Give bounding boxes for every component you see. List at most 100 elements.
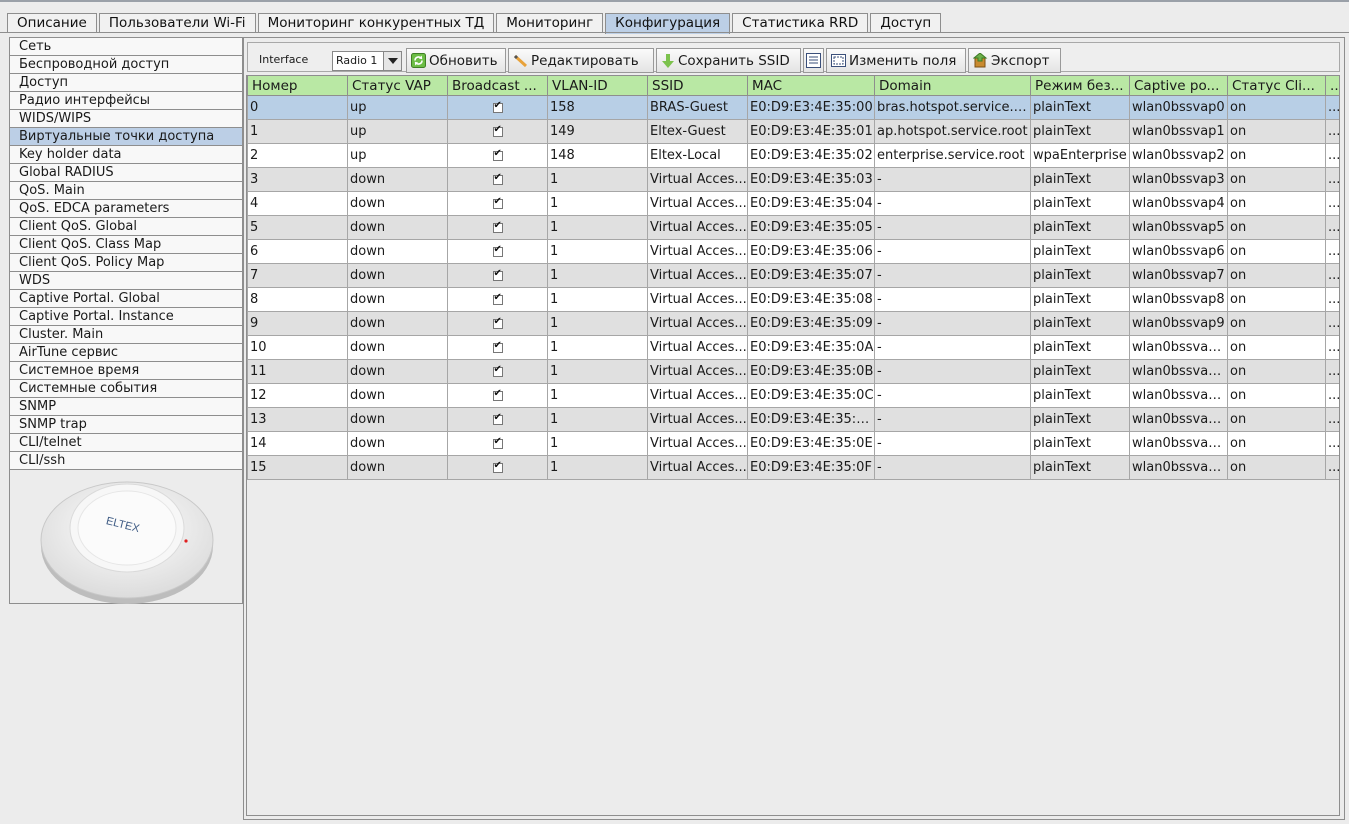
- table-cell[interactable]: [447, 311, 548, 336]
- tab-0[interactable]: Описание: [7, 13, 97, 33]
- table-cell[interactable]: [447, 359, 548, 384]
- sidebar-item-2[interactable]: Доступ: [10, 74, 242, 92]
- interface-select[interactable]: Radio 1: [332, 51, 402, 71]
- table-cell[interactable]: [447, 455, 548, 480]
- table-row[interactable]: 7down 1Virtual Acces...E0:D9:E3:4E:35:07-…: [247, 263, 1339, 288]
- sidebar-item-20[interactable]: SNMP: [10, 398, 242, 416]
- table-row[interactable]: 6down 1Virtual Acces...E0:D9:E3:4E:35:06-…: [247, 239, 1339, 264]
- column-header-9[interactable]: Статус Cli...: [1227, 76, 1326, 96]
- broadcast-checkbox[interactable]: [492, 196, 503, 209]
- table-cell[interactable]: [447, 407, 548, 432]
- table-cell[interactable]: [447, 431, 548, 456]
- save-ssid-button[interactable]: Сохранить SSID: [656, 48, 801, 73]
- sidebar-item-22[interactable]: CLI/telnet: [10, 434, 242, 452]
- table-cell[interactable]: [447, 263, 548, 288]
- refresh-button[interactable]: Обновить: [406, 48, 506, 73]
- table-cell[interactable]: [447, 383, 548, 408]
- broadcast-checkbox[interactable]: [492, 388, 503, 401]
- table-cell: ...: [1325, 287, 1339, 312]
- tab-6[interactable]: Доступ: [870, 13, 942, 33]
- sidebar-item-6[interactable]: Key holder data: [10, 146, 242, 164]
- table-row[interactable]: 9down 1Virtual Acces...E0:D9:E3:4E:35:09-…: [247, 311, 1339, 336]
- table-row[interactable]: 4down 1Virtual Acces...E0:D9:E3:4E:35:04-…: [247, 191, 1339, 216]
- chevron-down-icon[interactable]: [383, 52, 401, 70]
- table-cell[interactable]: [447, 119, 548, 144]
- column-header-1[interactable]: Статус VAP: [347, 76, 448, 96]
- column-header-3[interactable]: VLAN-ID: [547, 76, 648, 96]
- column-header-10[interactable]: ...: [1325, 76, 1339, 96]
- tab-4[interactable]: Конфигурация: [605, 13, 731, 34]
- sidebar-item-14[interactable]: Captive Portal. Global: [10, 290, 242, 308]
- table-row[interactable]: 14down 1Virtual Acces...E0:D9:E3:4E:35:0E…: [247, 431, 1339, 456]
- table-cell[interactable]: [447, 239, 548, 264]
- column-header-0[interactable]: Номер: [247, 76, 348, 96]
- sidebar-item-10[interactable]: Client QoS. Global: [10, 218, 242, 236]
- table-row[interactable]: 1up 149Eltex-GuestE0:D9:E3:4E:35:01ap.hot…: [247, 119, 1339, 144]
- table-cell[interactable]: [447, 143, 548, 168]
- sidebar-item-13[interactable]: WDS: [10, 272, 242, 290]
- table-row[interactable]: 13down 1Virtual Acces...E0:D9:E3:4E:35:0D…: [247, 407, 1339, 432]
- sidebar-item-1[interactable]: Беспроводной доступ: [10, 56, 242, 74]
- broadcast-checkbox[interactable]: [492, 292, 503, 305]
- broadcast-checkbox[interactable]: [492, 412, 503, 425]
- table-row[interactable]: 15down 1Virtual Acces...E0:D9:E3:4E:35:0F…: [247, 455, 1339, 480]
- table-cell[interactable]: [447, 191, 548, 216]
- column-header-6[interactable]: Domain: [874, 76, 1031, 96]
- sidebar-item-9[interactable]: QoS. EDCA parameters: [10, 200, 242, 218]
- broadcast-checkbox[interactable]: [492, 436, 503, 449]
- sidebar-item-4[interactable]: WIDS/WIPS: [10, 110, 242, 128]
- table-row[interactable]: 10down 1Virtual Acces...E0:D9:E3:4E:35:0A…: [247, 335, 1339, 360]
- broadcast-checkbox[interactable]: [492, 316, 503, 329]
- broadcast-checkbox[interactable]: [492, 268, 503, 281]
- table-cell[interactable]: [447, 167, 548, 192]
- broadcast-checkbox[interactable]: [492, 148, 503, 161]
- sidebar-item-3[interactable]: Радио интерфейсы: [10, 92, 242, 110]
- table-cell[interactable]: [447, 215, 548, 240]
- table-row[interactable]: 5down 1Virtual Acces...E0:D9:E3:4E:35:05-…: [247, 215, 1339, 240]
- broadcast-checkbox[interactable]: [492, 460, 503, 473]
- table-row[interactable]: 11down 1Virtual Acces...E0:D9:E3:4E:35:0B…: [247, 359, 1339, 384]
- table-row[interactable]: 8down 1Virtual Acces...E0:D9:E3:4E:35:08-…: [247, 287, 1339, 312]
- toolbar: Interface Radio 1 Обновить Редактировать…: [247, 42, 1340, 73]
- sidebar-item-0[interactable]: Сеть: [10, 38, 242, 56]
- column-header-4[interactable]: SSID: [647, 76, 748, 96]
- sidebar-item-12[interactable]: Client QoS. Policy Map: [10, 254, 242, 272]
- column-list-button[interactable]: [803, 48, 824, 73]
- table-cell[interactable]: [447, 95, 548, 120]
- tab-3[interactable]: Мониторинг: [496, 13, 604, 33]
- sidebar-item-16[interactable]: Cluster. Main: [10, 326, 242, 344]
- broadcast-checkbox[interactable]: [492, 340, 503, 353]
- tab-1[interactable]: Пользователи Wi-Fi: [98, 13, 256, 33]
- table-row[interactable]: 3down 1Virtual Acces...E0:D9:E3:4E:35:03-…: [247, 167, 1339, 192]
- broadcast-checkbox[interactable]: [492, 220, 503, 233]
- sidebar-item-11[interactable]: Client QoS. Class Map: [10, 236, 242, 254]
- table-cell[interactable]: [447, 287, 548, 312]
- broadcast-checkbox[interactable]: [492, 364, 503, 377]
- edit-button[interactable]: Редактировать: [508, 48, 654, 73]
- sidebar-item-7[interactable]: Global RADIUS: [10, 164, 242, 182]
- sidebar-item-19[interactable]: Системные события: [10, 380, 242, 398]
- table-cell[interactable]: [447, 335, 548, 360]
- column-header-8[interactable]: Captive po...: [1129, 76, 1228, 96]
- change-fields-button[interactable]: Изменить поля: [826, 48, 966, 73]
- table-row[interactable]: 2up 148Eltex-LocalE0:D9:E3:4E:35:02enterp…: [247, 143, 1339, 168]
- column-header-2[interactable]: Broadcast ...: [447, 76, 548, 96]
- sidebar-item-18[interactable]: Системное время: [10, 362, 242, 380]
- broadcast-checkbox[interactable]: [492, 244, 503, 257]
- sidebar-item-17[interactable]: AirTune сервис: [10, 344, 242, 362]
- table-row[interactable]: 12down 1Virtual Acces...E0:D9:E3:4E:35:0C…: [247, 383, 1339, 408]
- sidebar-item-21[interactable]: SNMP trap: [10, 416, 242, 434]
- tab-2[interactable]: Мониторинг конкурентных ТД: [257, 13, 495, 33]
- sidebar-item-5[interactable]: Виртуальные точки доступа: [10, 128, 242, 146]
- tab-5[interactable]: Статистика RRD: [732, 13, 869, 33]
- broadcast-checkbox[interactable]: [492, 172, 503, 185]
- broadcast-checkbox[interactable]: [492, 100, 503, 113]
- table-row[interactable]: 0up 158BRAS-GuestE0:D9:E3:4E:35:00bras.ho…: [247, 95, 1339, 120]
- column-header-5[interactable]: MAC: [747, 76, 875, 96]
- column-header-7[interactable]: Режим без...: [1030, 76, 1130, 96]
- sidebar-item-15[interactable]: Captive Portal. Instance: [10, 308, 242, 326]
- export-button[interactable]: Экспорт: [968, 48, 1061, 73]
- sidebar-item-8[interactable]: QoS. Main: [10, 182, 242, 200]
- sidebar-item-23[interactable]: CLI/ssh: [10, 452, 242, 470]
- broadcast-checkbox[interactable]: [492, 124, 503, 137]
